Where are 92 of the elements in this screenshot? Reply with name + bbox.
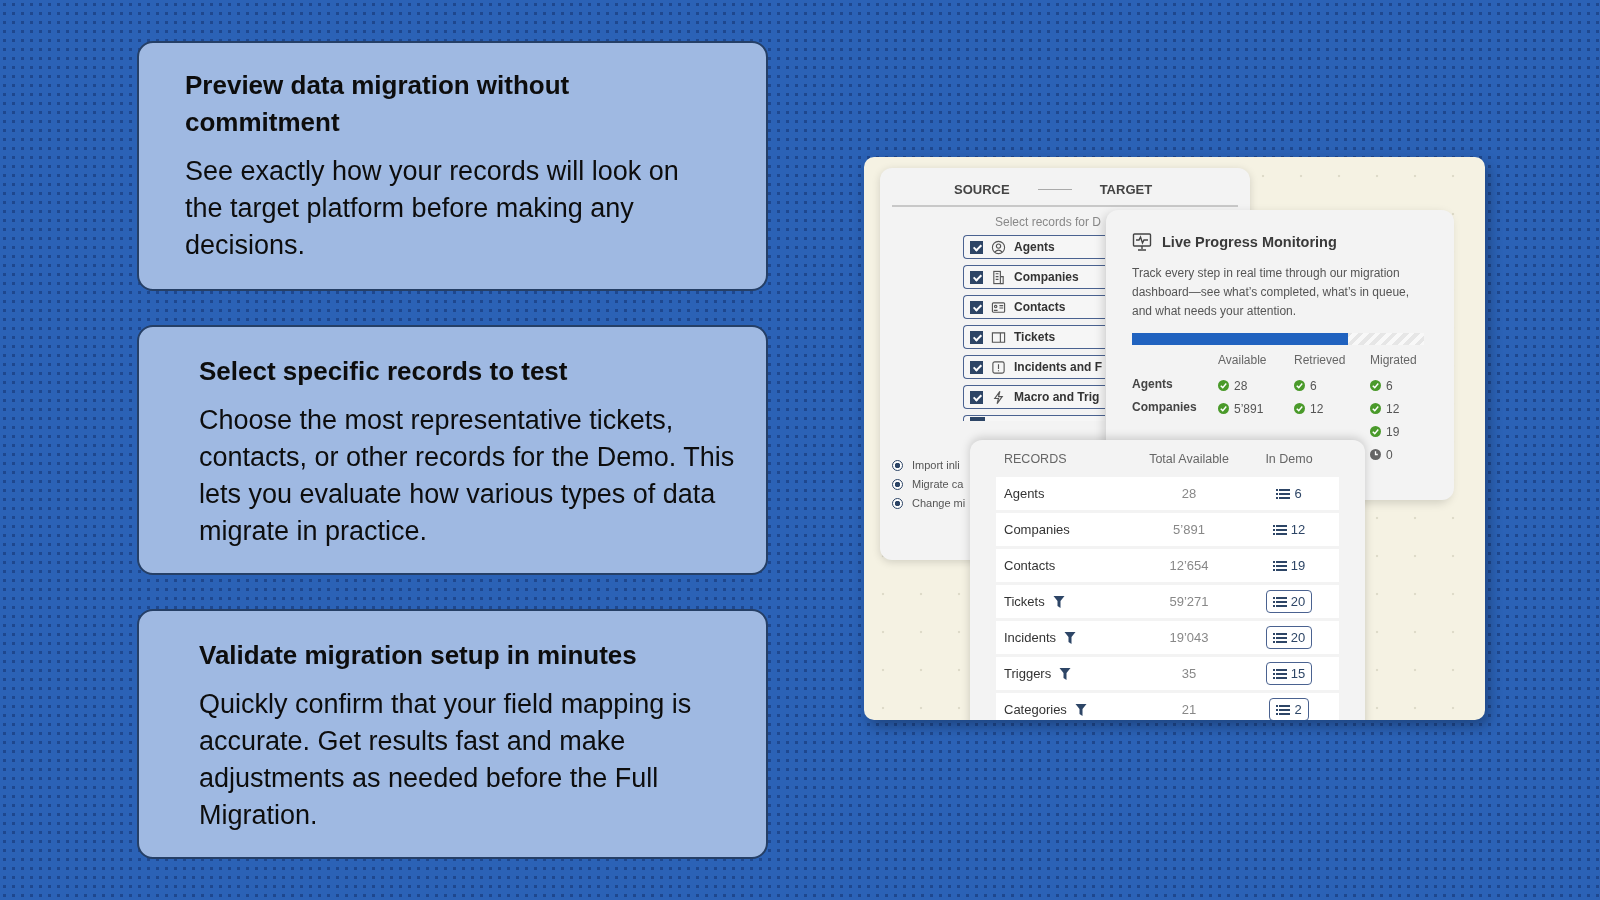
- record-type-label: Macro and Trig: [1014, 390, 1100, 404]
- checkbox[interactable]: [970, 417, 985, 421]
- demo-count-button[interactable]: 15: [1265, 662, 1313, 685]
- checkbox[interactable]: [970, 390, 983, 404]
- checkbox[interactable]: [970, 330, 983, 344]
- option-label: Migrate ca: [912, 478, 964, 490]
- demo-count: 6: [1269, 482, 1309, 505]
- monitoring-title: Live Progress Monitoring: [1162, 234, 1337, 250]
- count-value: 28: [1234, 378, 1248, 393]
- filter-icon[interactable]: [1052, 594, 1065, 609]
- record-name: Categories: [1004, 702, 1067, 717]
- lightning-icon: [991, 389, 1006, 405]
- count-value: 12: [1386, 401, 1400, 416]
- table-cell-text: 12’654: [1168, 558, 1210, 573]
- count-value: 6: [1310, 378, 1317, 393]
- monitoring-description: Track every step in real time through our migration dashboard—see what’s completed, what’s in queue, and what needs your attention.: [1132, 265, 1411, 320]
- building-icon: [991, 269, 1006, 285]
- count-value: 5’891: [1234, 401, 1264, 416]
- table-cell-text: 28: [1180, 486, 1198, 501]
- radio-button[interactable]: [892, 459, 903, 471]
- demo-count: 12: [1265, 518, 1313, 541]
- radio-button[interactable]: [892, 478, 903, 490]
- count-value: 0: [1386, 447, 1393, 462]
- filter-icon[interactable]: [1064, 630, 1077, 645]
- demo-count-button[interactable]: 2: [1269, 698, 1309, 720]
- table-cell-text: 21: [1180, 702, 1198, 717]
- list-icon: [1272, 668, 1287, 679]
- feature-title: Validate migration setup in minutes: [199, 639, 638, 672]
- column-header: Retrieved: [1294, 353, 1347, 369]
- record-type-option[interactable]: [963, 415, 1105, 421]
- feature-text: Quickly confirm that your field mapping is accurate. Get results fast and make adjustments as needed before the Full Migration.: [199, 688, 693, 832]
- count-value: 19: [1386, 424, 1400, 439]
- record-type-option[interactable]: Incidents and F: [963, 355, 1105, 379]
- feature-text: Choose the most representative tickets, contacts, or other records for the Demo. This lets you evaluate how various types of data migrate in practice.: [199, 404, 736, 548]
- list-icon: [1272, 596, 1287, 607]
- ticket-icon: [991, 329, 1006, 345]
- column-header: Total Available: [1148, 451, 1230, 466]
- table-cell-text: 5’891: [1172, 522, 1206, 537]
- demo-count: 19: [1265, 554, 1313, 577]
- checkbox[interactable]: [970, 300, 983, 314]
- step-label: SOURCE: [954, 182, 1010, 197]
- list-icon: [1272, 524, 1287, 535]
- record-type-label: Contacts: [1014, 300, 1066, 314]
- record-name: Triggers: [1004, 666, 1052, 681]
- record-name: Agents: [1004, 486, 1045, 501]
- list-icon: [1272, 560, 1287, 571]
- column-header: RECORDS: [1004, 451, 1068, 466]
- record-name: Incidents: [1004, 630, 1057, 645]
- feature-title: Preview data migration without commitment: [185, 69, 571, 139]
- column-header: Migrated: [1370, 353, 1418, 369]
- record-type-option[interactable]: Macro and Trig: [963, 385, 1105, 409]
- demo-count-button[interactable]: 20: [1265, 590, 1313, 613]
- option-label: Change mi: [912, 497, 966, 509]
- record-name: Tickets: [1004, 594, 1045, 609]
- table-cell-text: 19’043: [1168, 630, 1210, 645]
- filter-icon[interactable]: [1059, 666, 1072, 681]
- record-type-option[interactable]: Tickets: [963, 325, 1105, 349]
- list-icon: [1276, 488, 1291, 499]
- count-value: 6: [1386, 378, 1393, 393]
- feature-title: Select specific records to test: [199, 355, 569, 388]
- radio-button[interactable]: [892, 497, 903, 509]
- monitor-icon: [1132, 232, 1152, 252]
- record-name: Contacts: [1004, 558, 1056, 573]
- record-type-label: Agents: [1014, 240, 1055, 254]
- list-icon: [1272, 632, 1287, 643]
- record-type-option[interactable]: Companies: [963, 265, 1105, 289]
- checkbox[interactable]: [970, 270, 983, 284]
- demo-count-button[interactable]: 20: [1265, 626, 1313, 649]
- record-type-label: Incidents and F: [1014, 360, 1102, 374]
- step-label: TARGET: [1099, 182, 1153, 197]
- table-cell-text: 35: [1180, 666, 1198, 681]
- checkbox[interactable]: [970, 240, 983, 254]
- record-name: Companies: [1004, 522, 1070, 537]
- checkbox[interactable]: [970, 360, 983, 374]
- row-label: Companies: [1132, 400, 1197, 414]
- table-cell-text: 59’271: [1168, 594, 1210, 609]
- filter-icon[interactable]: [1074, 702, 1087, 717]
- record-type-label: Tickets: [1014, 330, 1056, 344]
- column-header: Available: [1218, 353, 1268, 369]
- count-value: 12: [1310, 401, 1324, 416]
- list-icon: [1276, 704, 1291, 715]
- alert-icon: [991, 359, 1006, 375]
- feature-text: See exactly how your records will look on the target platform before making any decisions.: [185, 155, 680, 262]
- record-type-option[interactable]: Agents: [963, 235, 1105, 259]
- row-label: Agents: [1132, 377, 1173, 391]
- option-label: Import inli: [912, 459, 960, 471]
- hint-text: Select records for D: [994, 214, 1103, 229]
- record-type-option[interactable]: Contacts: [963, 295, 1105, 319]
- person-icon: [991, 239, 1006, 255]
- id-card-icon: [991, 299, 1006, 315]
- record-type-label: Companies: [1014, 270, 1079, 284]
- column-header: In Demo: [1264, 451, 1314, 466]
